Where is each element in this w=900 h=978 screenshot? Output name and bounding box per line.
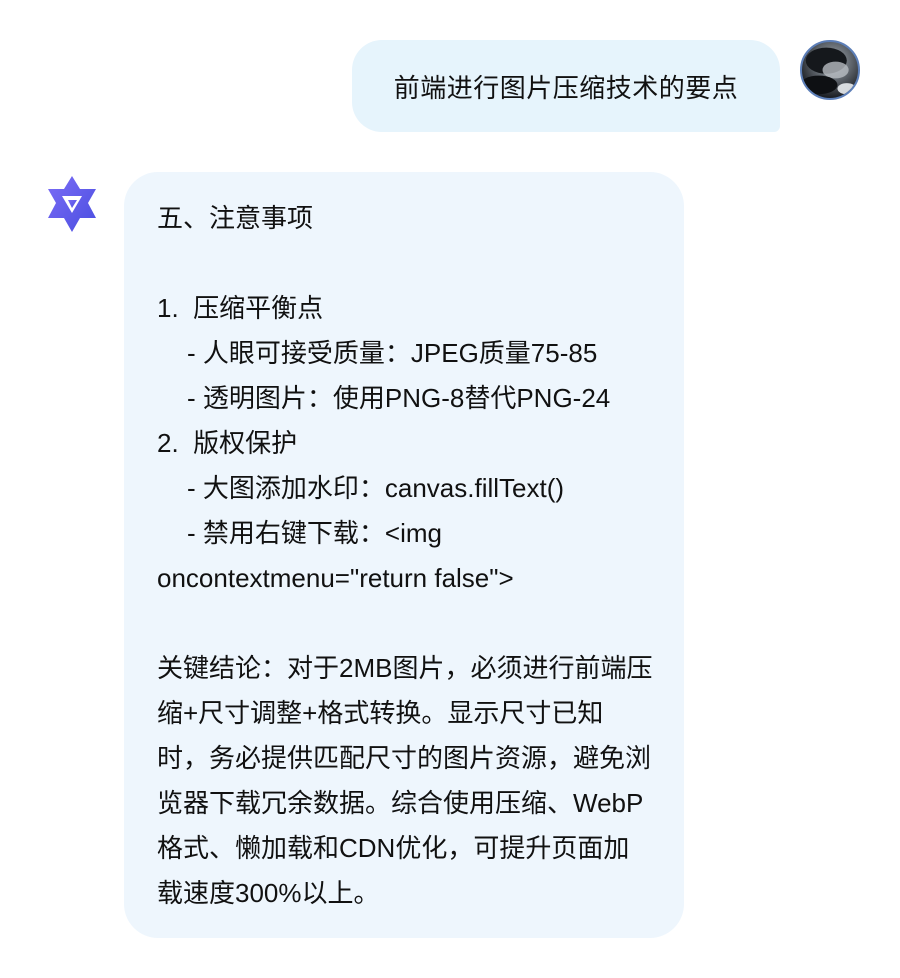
list-subitem: - 透明图片：使用PNG-8替代PNG-24 xyxy=(187,383,611,413)
list-subitem: - 人眼可接受质量：JPEG质量75-85 xyxy=(187,338,598,368)
chat-conversation: 前端进行图片压缩技术的要点 五、注意事项 1. 压缩平衡点 - 人眼可接受质量：… xyxy=(0,0,900,978)
list-item-title: 2. 版权保护 xyxy=(157,421,654,466)
user-avatar-icon xyxy=(802,47,857,95)
list-item-label: 版权保护 xyxy=(193,428,298,458)
list-item-number: 1. xyxy=(157,293,179,323)
qwen-logo-icon xyxy=(40,172,104,236)
list-subitem: - 大图添加水印：canvas.fillText() xyxy=(187,473,565,503)
user-avatar[interactable] xyxy=(800,40,860,100)
conclusion-paragraph: 关键结论：对于2MB图片，必须进行前端压缩+尺寸调整+格式转换。显示尺寸已知时，… xyxy=(157,653,653,908)
list-subitem-continuation: oncontextmenu="return false"> xyxy=(157,563,514,593)
list-item-title: 1. 压缩平衡点 xyxy=(157,286,654,331)
list-item-number: 2. xyxy=(157,428,179,458)
assistant-message-bubble: 五、注意事项 1. 压缩平衡点 - 人眼可接受质量：JPEG质量75-85 - … xyxy=(124,172,684,938)
list-item-label: 压缩平衡点 xyxy=(193,293,324,323)
list-subitem: - 禁用右键下载：<img xyxy=(187,518,442,548)
user-message-bubble: 前端进行图片压缩技术的要点 xyxy=(352,40,780,132)
user-message-text: 前端进行图片压缩技术的要点 xyxy=(393,72,739,103)
section-heading: 五、注意事项 xyxy=(157,203,314,233)
